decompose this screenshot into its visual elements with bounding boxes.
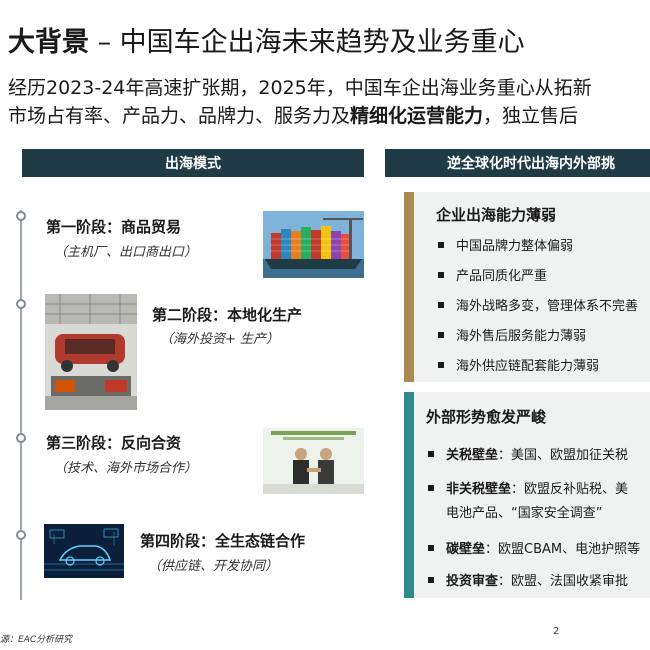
internal-challenges-box: 企业出海能力薄弱 中国品牌力整体偏弱 产品同质化严重 海外战略多变，管理体系不完… [404,192,650,382]
stage-2-title: 第二阶段：本地化生产 [152,306,303,324]
stage-1-title: 第一阶段：商品贸易 [46,218,182,236]
bullet-square-icon [428,576,434,583]
cargo-ship-image [263,211,364,278]
digital-car-ecosystem-image [44,524,124,578]
external-challenges-box: 外部形势愈发严峻 关税壁垒：美国、欧盟加征关税 非关税壁垒：欧盟反补贴税、美 电… [404,392,650,598]
stage-3-subtitle: （技术、海外市场合作） [54,461,198,476]
bullet-square-icon [428,450,434,457]
bullet-square-icon [438,241,444,248]
right-column-header: 逆全球化时代出海内外部挑 [385,149,650,177]
external-item-4: 投资审查：欧盟、法国收紧审批 [428,570,628,589]
bullet-square-icon [428,484,434,491]
handshake-signing-image [263,428,364,494]
bullet-square-icon [438,271,444,278]
page-number: 2 [553,626,560,637]
external-item-2-continued: 电池产品、“国家安全调查” [446,506,603,521]
stage-4-subtitle: （供应链、开发协同） [148,559,279,574]
internal-item-1: 中国品牌力整体偏弱 [438,235,573,254]
external-item-2: 非关税壁垒：欧盟反补贴税、美 [428,478,628,497]
stage-4-title: 第四阶段：全生态链合作 [140,532,306,550]
bullet-square-icon [438,301,444,308]
external-challenges-title: 外部形势愈发严峻 [426,408,547,426]
intro-paragraph: 经历2023-24年高速扩张期，2025年，中国车企出海业务重心从拓新 市场占有… [8,74,650,130]
stage-2-subtitle: （海外投资+ 生产） [160,332,280,347]
title-rest: – 中国车企出海未来趋势及业务重心 [89,27,525,58]
timeline-dot-3 [16,433,26,443]
intro-line-2: 市场占有率、产品力、品牌力、服务力及精细化运营能力，独立售后 [8,102,650,130]
factory-production-image [45,294,137,410]
source-note: 源：EAC分析研究 [0,635,73,645]
intro-line-2-pre: 市场占有率、产品力、品牌力、服务力及 [8,105,351,127]
intro-line-1: 经历2023-24年高速扩张期，2025年，中国车企出海业务重心从拓新 [8,77,592,99]
external-item-3: 碳壁垒：欧盟CBAM、电池护照等 [428,538,640,557]
title-bold: 大背景 [8,27,89,58]
timeline-dot-4 [16,530,26,540]
internal-item-3: 海外战略多变，管理体系不完善 [438,295,638,314]
timeline-dot-1 [16,211,26,221]
bullet-square-icon [428,544,434,551]
internal-challenges-title: 企业出海能力薄弱 [436,206,557,224]
intro-line-2-post: ，独立售后 [483,105,579,127]
bullet-square-icon [438,361,444,368]
intro-line-2-bold: 精细化运营能力 [350,105,484,127]
timeline-dot-2 [16,299,26,309]
internal-item-5: 海外供应链配套能力薄弱 [438,355,599,374]
stage-1-subtitle: （主机厂、出口商出口） [54,245,198,260]
stage-3-title: 第三阶段：反向合资 [46,434,182,452]
timeline-line [20,210,22,600]
internal-item-4: 海外售后服务能力薄弱 [438,325,586,344]
internal-item-2: 产品同质化严重 [438,265,547,284]
bullet-square-icon [438,331,444,338]
page-title: 大背景 – 中国车企出海未来趋势及业务重心 [8,20,525,59]
external-item-1: 关税壁垒：美国、欧盟加征关税 [428,444,628,463]
left-column-header: 出海模式 [22,149,364,177]
